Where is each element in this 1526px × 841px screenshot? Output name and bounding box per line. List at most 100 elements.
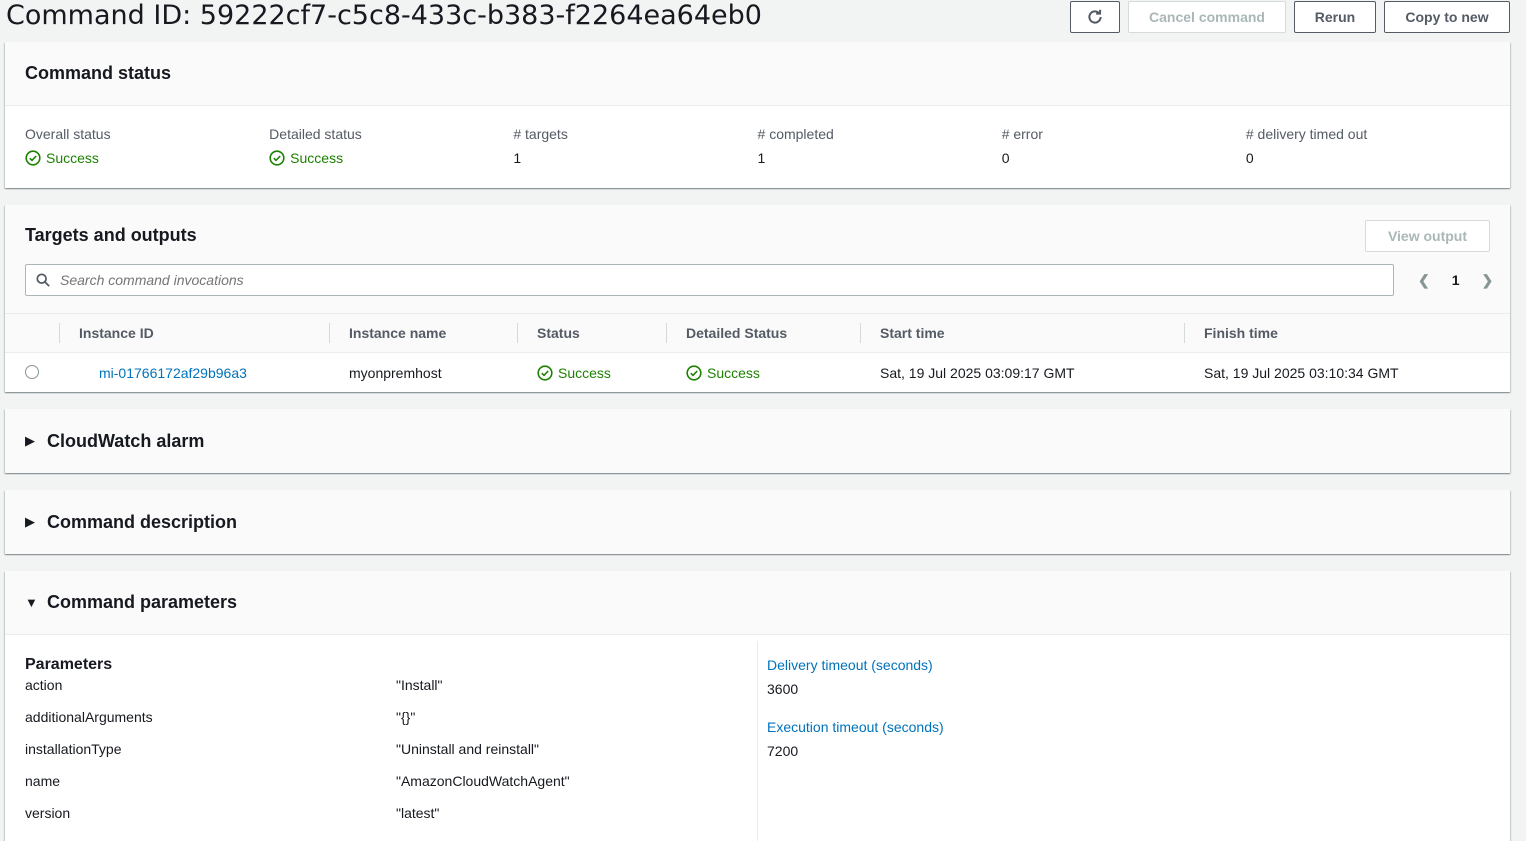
instance-id-cell: mi-01766172af29b96a3 [59,353,329,394]
delivery-timeout-value: 3600 [767,681,799,697]
detailed-status-label: Detailed status [269,126,362,142]
caret-right-icon: ▶ [25,514,35,529]
parameter-row: action "Install" [25,669,755,701]
completed-count: # completed 1 [758,124,1002,168]
error-count: # error 0 [1002,124,1246,168]
parameter-row: installationType "Uninstall and reinstal… [25,733,755,765]
timeouts: Delivery timeout (seconds) 3600 Executio… [767,655,944,761]
caret-down-icon: ▼ [25,595,38,610]
error-count-value: 0 [1001,150,1010,166]
targets-count-label: # targets [513,126,568,142]
search-input[interactable] [58,271,1362,289]
delivery-timed-out-value: 0 [1245,150,1254,166]
select-column-header [5,313,59,353]
command-status-header: Command status [5,42,1510,106]
overall-status-value: Success [25,148,269,168]
detailed-status-value: Success [269,148,513,168]
delivery-timeout-label[interactable]: Delivery timeout (seconds) [767,655,944,675]
column-header-detailed-status[interactable]: Detailed Status [666,313,860,353]
invocations-table: Instance ID Instance name Status Detaile… [5,313,1510,393]
success-check-icon [686,365,702,381]
copy-to-new-button[interactable]: Copy to new [1384,1,1510,33]
next-page-icon[interactable]: ❯ [1482,272,1494,289]
current-page[interactable]: 1 [1452,272,1460,288]
header-actions: Cancel command Rerun Copy to new [1070,1,1510,33]
page-title: Command ID: 59222cf7-c5c8-433c-b383-f226… [6,0,762,31]
row-radio[interactable] [25,364,39,379]
parameter-name: version [25,805,71,821]
parameter-name: name [25,773,61,789]
command-status-panel: Command status Overall status Success De… [5,42,1510,188]
command-parameters-title: Command parameters [47,592,238,612]
cancel-command-button[interactable]: Cancel command [1128,1,1286,33]
parameter-name: action [25,677,63,693]
delivery-timed-out-count: # delivery timed out 0 [1246,124,1490,168]
start-time-cell: Sat, 19 Jul 2025 03:09:17 GMT [880,365,1075,381]
table-row[interactable]: mi-01766172af29b96a3 myonpremhost Succes… [5,353,1510,394]
targets-count: # targets 1 [513,124,757,168]
column-header-start-time[interactable]: Start time [860,313,1184,353]
overall-status: Overall status Success [25,124,269,168]
instance-id-link[interactable]: mi-01766172af29b96a3 [99,365,247,381]
column-header-instance-name[interactable]: Instance name [329,313,517,353]
parameter-value: "Install" [396,677,443,693]
pagination: ❮ 1 ❯ [1418,272,1493,289]
targets-panel: Targets and outputs View output ❮ 1 ❯ In… [5,205,1510,392]
parameter-row: name "AmazonCloudWatchAgent" [25,765,755,797]
targets-title: Targets and outputs [25,225,197,245]
overall-status-text: Success [46,150,99,166]
targets-header: Targets and outputs View output ❮ 1 ❯ [5,205,1510,313]
command-parameters-panel: ▼ Command parameters Parameters action "… [5,571,1510,841]
completed-count-value: 1 [757,150,766,166]
error-count-label: # error [1001,126,1043,142]
detailed-status-text: Success [290,150,344,166]
status-grid: Overall status Success Detailed status S… [5,106,1510,168]
cloudwatch-alarm-panel: ▶ CloudWatch alarm [5,409,1510,473]
targets-count-value: 1 [513,150,522,166]
column-header-status[interactable]: Status [517,313,666,353]
view-output-button[interactable]: View output [1365,220,1490,252]
row-select-cell [5,353,59,394]
prev-page-icon[interactable]: ❮ [1418,272,1430,289]
instance-name-cell: myonpremhost [349,365,442,381]
parameter-row: version "latest" [25,797,755,829]
caret-right-icon: ▶ [25,433,35,448]
command-description-title: Command description [47,511,238,532]
success-check-icon [25,150,41,166]
column-header-instance-id[interactable]: Instance ID [59,313,329,353]
parameters-list: Parameters action "Install" additionalAr… [25,655,755,829]
parameter-row: additionalArguments "{}" [25,701,755,733]
command-description-header[interactable]: ▶ Command description [5,490,1510,554]
command-parameters-header[interactable]: ▼ Command parameters [5,571,1510,635]
execution-timeout-value: 7200 [767,743,799,759]
detailed-status-cell: Success [666,353,860,394]
parameter-value: "{}" [396,709,416,725]
overall-status-label: Overall status [25,126,111,142]
column-header-finish-time[interactable]: Finish time [1184,313,1510,353]
cloudwatch-alarm-title: CloudWatch alarm [47,430,205,451]
success-check-icon [269,150,285,166]
row-detailed-status: Success [686,365,860,381]
command-status-title: Command status [25,63,172,83]
cloudwatch-alarm-header[interactable]: ▶ CloudWatch alarm [5,409,1510,473]
search-box[interactable] [25,264,1394,296]
table-header-row: Instance ID Instance name Status Detaile… [5,313,1510,353]
completed-count-label: # completed [757,126,834,142]
parameter-value: "latest" [396,805,440,821]
parameter-value: "Uninstall and reinstall" [396,741,540,757]
delivery-timed-out-label: # delivery timed out [1245,126,1368,142]
command-description-panel: ▶ Command description [5,490,1510,554]
execution-timeout-label[interactable]: Execution timeout (seconds) [767,717,944,737]
column-divider [757,641,758,841]
rerun-button[interactable]: Rerun [1294,1,1376,33]
parameter-value: "AmazonCloudWatchAgent" [396,773,570,789]
parameter-name: installationType [25,741,122,757]
refresh-icon [1088,9,1102,24]
search-row: ❮ 1 ❯ [5,264,1513,296]
row-status: Success [537,365,666,381]
status-cell: Success [517,353,666,394]
search-icon [36,273,50,287]
refresh-button[interactable] [1070,1,1120,33]
detailed-status: Detailed status Success [269,124,513,168]
finish-time-cell: Sat, 19 Jul 2025 03:10:34 GMT [1204,365,1399,381]
